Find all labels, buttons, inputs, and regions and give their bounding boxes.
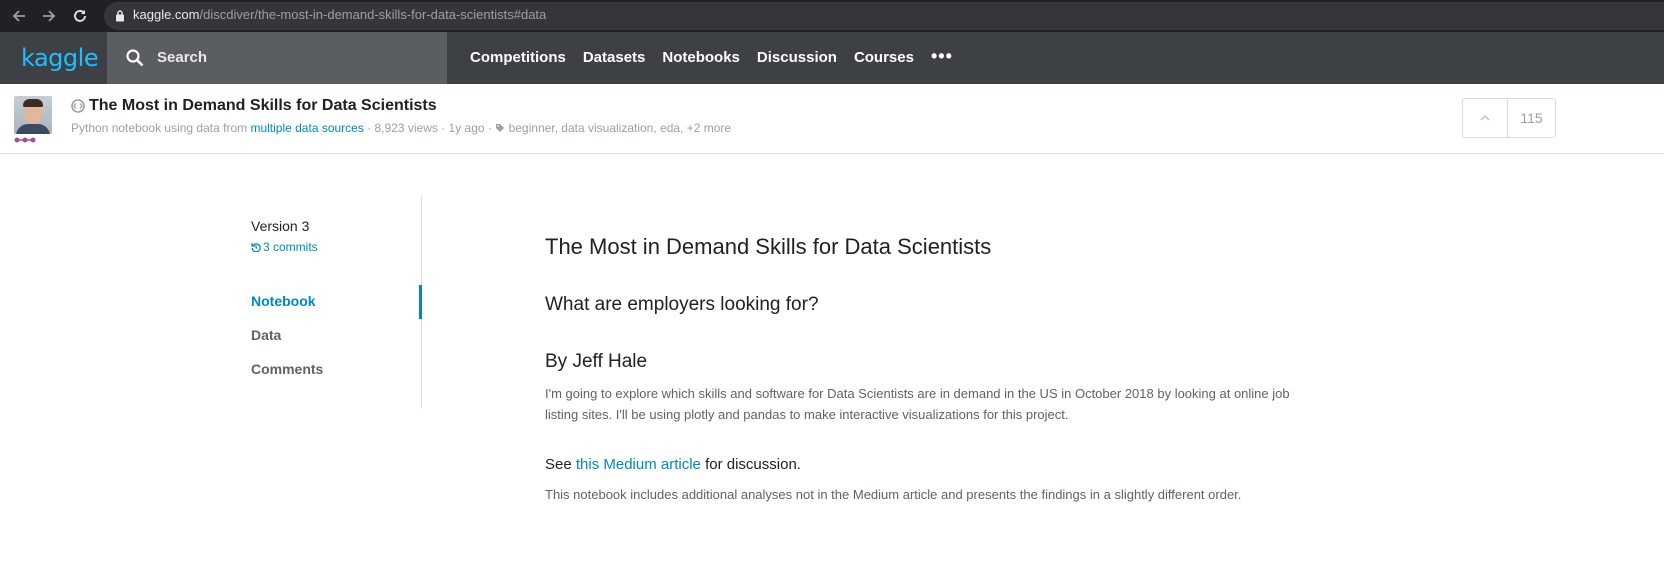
notebook-title: The Most in Demand Skills for Data Scien… <box>89 97 437 114</box>
url-text[interactable]: kaggle.com/discdiver/the-most-in-demand-… <box>133 7 546 22</box>
sidebar-item-data[interactable]: Data <box>251 327 281 343</box>
intro-paragraph: I'm going to explore which skills and so… <box>545 386 1290 422</box>
meta-prefix: Python notebook using data from <box>71 121 251 135</box>
vote-widget: 115 <box>1462 98 1556 138</box>
vote-count: 115 <box>1520 110 1543 126</box>
reload-icon[interactable] <box>70 6 90 26</box>
back-arrow-icon[interactable] <box>9 6 29 26</box>
nav-datasets[interactable]: Datasets <box>583 49 646 67</box>
history-icon <box>251 243 261 253</box>
see-prefix: See <box>545 456 576 473</box>
commits-label: 3 commits <box>263 240 318 254</box>
medium-article-link[interactable]: this Medium article <box>576 456 701 473</box>
url-path: /discdiver/the-most-in-demand-skills-for… <box>199 7 547 22</box>
browser-toolbar: kaggle.com/discdiver/the-most-in-demand-… <box>0 0 1664 32</box>
notebook-icon <box>71 99 85 113</box>
version-label: Version 3 <box>251 218 310 234</box>
notebook-meta: Python notebook using data from multiple… <box>71 121 731 135</box>
author-heading: By Jeff Hale <box>545 351 648 372</box>
nav-competitions[interactable]: Competitions <box>470 49 566 67</box>
nav-notebooks[interactable]: Notebooks <box>662 49 740 67</box>
content-subheading: What are employers looking for? <box>545 294 819 315</box>
top-navigation: Competitions Datasets Notebooks Discussi… <box>470 46 970 67</box>
commits-link[interactable]: 3 commits <box>251 240 318 254</box>
search-bar[interactable]: Search <box>107 32 447 84</box>
content-heading: The Most in Demand Skills for Data Scien… <box>545 234 992 259</box>
meta-views: · 8,923 views · 1y ago · <box>363 121 496 135</box>
note-paragraph: This notebook includes additional analys… <box>545 487 1242 502</box>
url-domain: kaggle.com <box>133 7 200 22</box>
data-sources-link[interactable]: multiple data sources <box>250 121 363 135</box>
forward-arrow-icon[interactable] <box>39 6 59 26</box>
avatar[interactable] <box>14 96 52 134</box>
nav-courses[interactable]: Courses <box>854 49 914 67</box>
tag-icon <box>496 124 505 132</box>
active-tab-indicator <box>419 285 422 319</box>
search-input[interactable]: Search <box>157 49 207 66</box>
lock-icon <box>116 10 124 22</box>
see-paragraph: See this Medium article for discussion. <box>545 456 801 473</box>
more-menu-icon[interactable]: ••• <box>931 46 953 67</box>
kaggle-logo[interactable]: kaggle <box>21 44 99 72</box>
tier-badge-icon <box>14 137 36 143</box>
sidebar-item-notebook[interactable]: Notebook <box>251 293 316 309</box>
meta-tags[interactable]: beginner, data visualization, eda, +2 mo… <box>509 121 731 135</box>
notebook-sidebar: Version 3 3 commits Notebook Data Commen… <box>251 195 422 409</box>
see-suffix: for discussion. <box>700 456 801 473</box>
search-icon <box>126 49 144 67</box>
site-header: kaggle Search Competitions Datasets Note… <box>0 32 1664 84</box>
nav-discussion[interactable]: Discussion <box>757 49 837 67</box>
chevron-up-icon <box>1480 115 1490 121</box>
notebook-title-bar: The Most in Demand Skills for Data Scien… <box>0 84 1664 154</box>
upvote-button[interactable] <box>1463 99 1508 137</box>
sidebar-item-comments[interactable]: Comments <box>251 361 323 377</box>
